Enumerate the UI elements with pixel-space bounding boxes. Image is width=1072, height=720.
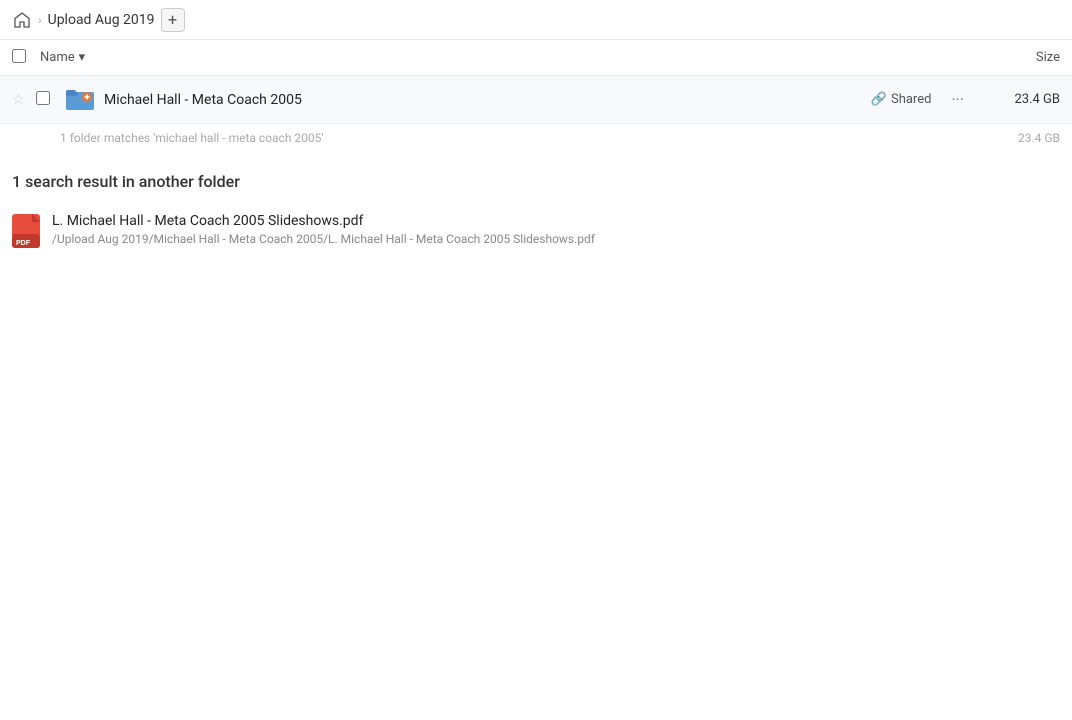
name-column-header[interactable]: Name ▾	[40, 50, 960, 65]
folder-icon	[64, 84, 96, 116]
result-info: L. Michael Hall - Meta Coach 2005 Slides…	[52, 213, 1060, 246]
result-row: PDF L. Michael Hall - Meta Coach 2005 Sl…	[0, 203, 1072, 257]
table-header: Name ▾ Size	[0, 40, 1072, 76]
shared-badge[interactable]: 🔗 Shared	[871, 92, 932, 107]
more-options-button[interactable]: ···	[943, 86, 972, 113]
sort-icon: ▾	[79, 50, 86, 65]
match-count-size: 23.4 GB	[980, 131, 1060, 145]
pdf-svg: PDF	[12, 214, 40, 248]
pdf-icon: PDF	[12, 215, 40, 247]
row-checkbox-area[interactable]	[36, 91, 64, 109]
breadcrumb-bar: › Upload Aug 2019 +	[0, 0, 1072, 40]
home-button[interactable]	[12, 10, 32, 30]
folder-row[interactable]: ☆ Michael Hall - Meta Coach 2005 🔗 Share…	[0, 76, 1072, 124]
select-all-checkbox-area[interactable]	[12, 49, 40, 67]
shared-label: Shared	[891, 92, 931, 107]
select-all-checkbox[interactable]	[12, 49, 26, 63]
other-results-header: 1 search result in another folder	[0, 152, 1072, 203]
size-column-header: Size	[960, 50, 1060, 65]
breadcrumb-label: Upload Aug 2019	[48, 12, 155, 28]
folder-svg	[66, 86, 94, 114]
match-count-row: 1 folder matches 'michael hall - meta co…	[0, 124, 1072, 152]
add-button[interactable]: +	[161, 8, 185, 32]
folder-size: 23.4 GB	[980, 92, 1060, 107]
row-checkbox[interactable]	[36, 91, 50, 105]
folder-name[interactable]: Michael Hall - Meta Coach 2005	[104, 92, 871, 108]
breadcrumb-separator: ›	[38, 13, 42, 27]
star-button[interactable]: ☆	[12, 92, 36, 108]
link-icon: 🔗	[871, 92, 887, 107]
svg-text:PDF: PDF	[16, 240, 31, 247]
home-icon	[14, 12, 30, 28]
match-count-text: 1 folder matches 'michael hall - meta co…	[60, 131, 323, 145]
result-filename[interactable]: L. Michael Hall - Meta Coach 2005 Slides…	[52, 213, 1060, 229]
result-path: /Upload Aug 2019/Michael Hall - Meta Coa…	[52, 232, 1060, 246]
